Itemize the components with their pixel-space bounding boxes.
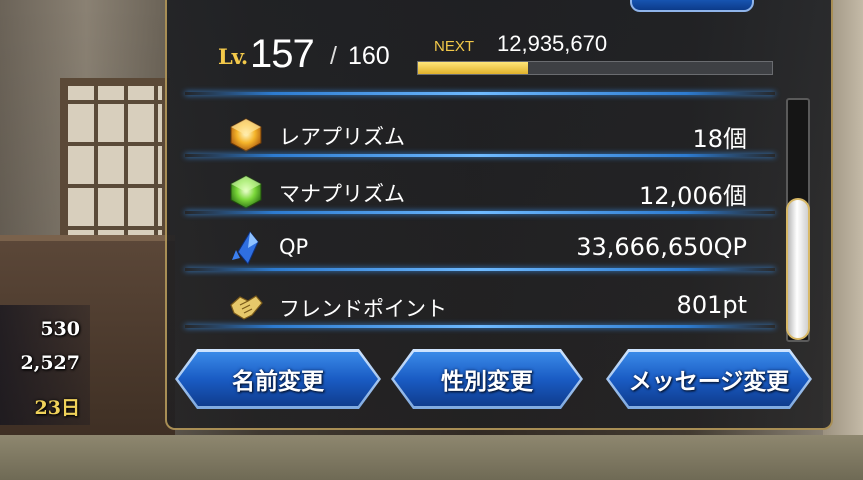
side-counter-2: 2,527: [20, 352, 81, 374]
rare-prism-icon: [230, 118, 262, 152]
item-value: 12,006個: [639, 182, 747, 210]
qp-crystal-icon: [232, 231, 259, 265]
message-change-button[interactable]: メッセージ変更: [609, 352, 809, 406]
friend-point-icon: [230, 295, 263, 320]
divider: [185, 92, 775, 95]
divider: [185, 268, 775, 271]
mana-prism-icon: [230, 175, 262, 209]
gender-change-button[interactable]: 性別変更: [394, 352, 580, 406]
scrollbar-thumb[interactable]: [786, 198, 810, 340]
top-tab-button[interactable]: [630, 0, 754, 12]
exp-progress-bar: [417, 61, 773, 75]
divider: [185, 154, 775, 157]
item-name: QP: [279, 235, 309, 259]
next-exp-value: 12,935,670: [497, 31, 608, 56]
divider: [185, 211, 775, 214]
level-prefix: Lv.: [218, 44, 248, 69]
item-name: フレンドポイント: [279, 297, 447, 321]
exp-progress-fill: [418, 62, 528, 74]
side-counter-days: 23日: [34, 397, 80, 419]
item-name: レアプリズム: [279, 125, 405, 149]
divider: [185, 325, 775, 328]
side-counter-1: 530: [40, 318, 80, 340]
level-max: 160: [348, 42, 390, 70]
item-name: マナプリズム: [279, 182, 405, 206]
item-value: 33,666,650QP: [576, 233, 747, 261]
rename-button[interactable]: 名前変更: [178, 352, 378, 406]
tatami-floor: [0, 435, 863, 480]
item-value: 18個: [692, 125, 747, 153]
level-current: 157: [250, 32, 315, 76]
level-separator: /: [330, 42, 337, 70]
item-value: 801pt: [676, 291, 747, 319]
next-exp-label: NEXT: [434, 38, 475, 55]
